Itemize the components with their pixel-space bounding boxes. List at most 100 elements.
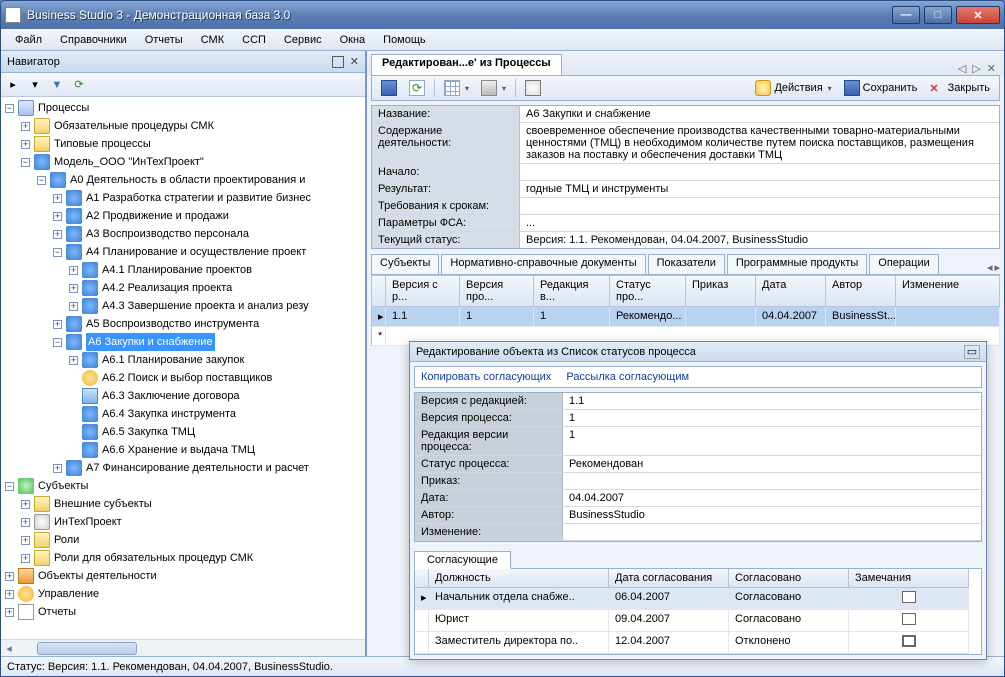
- expand-icon[interactable]: ▸: [5, 77, 21, 93]
- tree-reports[interactable]: Отчеты: [38, 606, 76, 618]
- dlg-vp[interactable]: 1: [563, 410, 981, 426]
- tree-a5[interactable]: А5 Воспроизводство инструмента: [86, 318, 259, 330]
- toolbar-link-icon[interactable]: [522, 79, 544, 97]
- nav-scrollbar[interactable]: ◂: [1, 639, 365, 656]
- tree-a63[interactable]: А6.3 Заключение договора: [102, 390, 240, 402]
- approver-row[interactable]: Юрист 09.04.2007 Согласовано: [415, 610, 981, 632]
- tree-a7[interactable]: А7 Финансирование деятельности и расчет: [86, 462, 309, 474]
- tree-a41[interactable]: А4.1 Планирование проектов: [102, 264, 252, 276]
- close-button[interactable]: ✕: [956, 6, 1000, 24]
- grid-h-change[interactable]: Изменение: [896, 275, 1000, 307]
- tree-a42[interactable]: А4.2 Реализация проекта: [102, 282, 232, 294]
- prop-result-value[interactable]: годные ТМЦ и инструменты: [520, 181, 999, 197]
- tree-a64[interactable]: А6.4 Закупка инструмента: [102, 408, 236, 420]
- tab-close-icon[interactable]: ✕: [987, 62, 996, 75]
- app-h-notes[interactable]: Замечания: [849, 569, 969, 588]
- prop-start-value[interactable]: [520, 164, 999, 180]
- note-bold-icon[interactable]: [902, 635, 916, 647]
- dlg-change[interactable]: [563, 524, 981, 540]
- tree-a0[interactable]: А0 Деятельность в области проектирования…: [70, 174, 305, 186]
- tree-a6-selected[interactable]: А6 Закупки и снабжение: [86, 333, 215, 351]
- menu-reports[interactable]: Отчеты: [137, 32, 191, 48]
- tree-processes[interactable]: Процессы: [38, 102, 89, 114]
- tree-a62[interactable]: А6.2 Поиск и выбор поставщиков: [102, 372, 272, 384]
- filter-icon[interactable]: ▼: [49, 77, 65, 93]
- pin-icon[interactable]: [332, 56, 344, 68]
- tree-intech[interactable]: ИнТехПроект: [54, 516, 122, 528]
- tree-model[interactable]: Модель_ООО "ИнТехПроект": [54, 156, 204, 168]
- prop-name-value[interactable]: А6 Закупки и снабжение: [520, 106, 999, 122]
- tab-prev-icon[interactable]: ◁: [958, 62, 966, 75]
- refresh-icon[interactable]: ⟳: [71, 77, 87, 93]
- dlg-order[interactable]: [563, 473, 981, 489]
- toolbar-actions[interactable]: Действия: [752, 79, 834, 97]
- prop-fsa-value[interactable]: ...: [520, 215, 999, 231]
- menu-directories[interactable]: Справочники: [52, 32, 135, 48]
- app-h-pos[interactable]: Должность: [429, 569, 609, 588]
- dlg-status[interactable]: Рекомендован: [563, 456, 981, 472]
- prop-status-value[interactable]: Версия: 1.1. Рекомендован, 04.04.2007, B…: [520, 232, 999, 248]
- subtab-software[interactable]: Программные продукты: [727, 254, 867, 274]
- link-send-approvers[interactable]: Рассылка согласующим: [566, 371, 689, 383]
- navigator-tree[interactable]: −Процессы +Обязательные процедуры СМК +Т…: [1, 97, 365, 639]
- subtab-subjects[interactable]: Субъекты: [371, 254, 439, 274]
- toolbar-save-icon[interactable]: [378, 79, 400, 97]
- subtabs-left-icon[interactable]: ◂: [987, 261, 993, 274]
- tree-subjects[interactable]: Субъекты: [38, 480, 88, 492]
- app-h-agreed[interactable]: Согласовано: [729, 569, 849, 588]
- subtab-normdocs[interactable]: Нормативно-справочные документы: [441, 254, 645, 274]
- subtabs-right-icon[interactable]: ▸: [994, 261, 1000, 274]
- tree-roles-smk[interactable]: Роли для обязательных процедур СМК: [54, 552, 253, 564]
- grid-h-order[interactable]: Приказ: [686, 275, 756, 307]
- menu-windows[interactable]: Окна: [332, 32, 374, 48]
- link-copy-approvers[interactable]: Копировать согласующих: [421, 371, 551, 383]
- app-h-date[interactable]: Дата согласования: [609, 569, 729, 588]
- tree-a1[interactable]: А1 Разработка стратегии и развитие бизне…: [86, 192, 311, 204]
- dlg-date[interactable]: 04.04.2007: [563, 490, 981, 506]
- tree-a2[interactable]: А2 Продвижение и продажи: [86, 210, 229, 222]
- approver-row[interactable]: Заместитель директора по.. 12.04.2007 От…: [415, 632, 981, 654]
- maximize-button[interactable]: □: [924, 6, 952, 24]
- grid-h-author[interactable]: Автор: [826, 275, 896, 307]
- tree-mandatory-smk[interactable]: Обязательные процедуры СМК: [54, 120, 214, 132]
- tree-type-proc[interactable]: Типовые процессы: [54, 138, 151, 150]
- menu-help[interactable]: Помощь: [375, 32, 434, 48]
- doc-tab[interactable]: Редактирован...е' из Процессы: [371, 54, 562, 75]
- grid-row-selected[interactable]: ▸ 1.1 1 1 Рекомендо... 04.04.2007 Busine…: [371, 307, 1000, 327]
- menu-file[interactable]: Файл: [7, 32, 50, 48]
- approver-row[interactable]: ▸ Начальник отдела снабже.. 06.04.2007 С…: [415, 588, 981, 610]
- toolbar-grid-icon[interactable]: [441, 79, 472, 97]
- toolbar-save[interactable]: Сохранить: [841, 79, 921, 97]
- prop-activity-value[interactable]: своевременное обеспечение производства к…: [520, 123, 999, 163]
- tree-a43[interactable]: А4.3 Завершение проекта и анализ резу: [102, 300, 309, 312]
- menu-ssp[interactable]: ССП: [234, 32, 274, 48]
- toolbar-refresh-icon[interactable]: [406, 79, 428, 97]
- dlg-rv[interactable]: 1: [563, 427, 981, 455]
- dialog-close-icon[interactable]: ▭: [964, 345, 980, 359]
- collapse-icon[interactable]: ▾: [27, 77, 43, 93]
- subtab-indicators[interactable]: Показатели: [648, 254, 725, 274]
- tree-a65[interactable]: А6.5 Закупка ТМЦ: [102, 426, 195, 438]
- tree-management[interactable]: Управление: [38, 588, 99, 600]
- toolbar-close[interactable]: ✕ Закрыть: [926, 81, 993, 96]
- subtab-operations[interactable]: Операции: [869, 254, 938, 274]
- tree-a61[interactable]: А6.1 Планирование закупок: [102, 354, 244, 366]
- close-panel-icon[interactable]: ✕: [350, 55, 359, 68]
- grid-h-date[interactable]: Дата: [756, 275, 826, 307]
- tree-ext-subj[interactable]: Внешние субъекты: [54, 498, 152, 510]
- note-icon[interactable]: [902, 591, 916, 603]
- prop-deadlines-value[interactable]: [520, 198, 999, 214]
- grid-h-rv[interactable]: Редакция в...: [534, 275, 610, 307]
- tab-approvers[interactable]: Согласующие: [414, 551, 511, 569]
- tree-a66[interactable]: А6.6 Хранение и выдача ТМЦ: [102, 444, 255, 456]
- tree-objects[interactable]: Объекты деятельности: [38, 570, 157, 582]
- grid-h-status[interactable]: Статус про...: [610, 275, 686, 307]
- grid-h-vr[interactable]: Версия с р...: [386, 275, 460, 307]
- note-icon[interactable]: [902, 613, 916, 625]
- toolbar-print-icon[interactable]: [478, 79, 509, 97]
- grid-h-vp[interactable]: Версия про...: [460, 275, 534, 307]
- tab-next-icon[interactable]: ▷: [972, 62, 980, 75]
- menu-smk[interactable]: СМК: [193, 32, 232, 48]
- dlg-author[interactable]: BusinessStudio: [563, 507, 981, 523]
- tree-a3[interactable]: А3 Воспроизводство персонала: [86, 228, 249, 240]
